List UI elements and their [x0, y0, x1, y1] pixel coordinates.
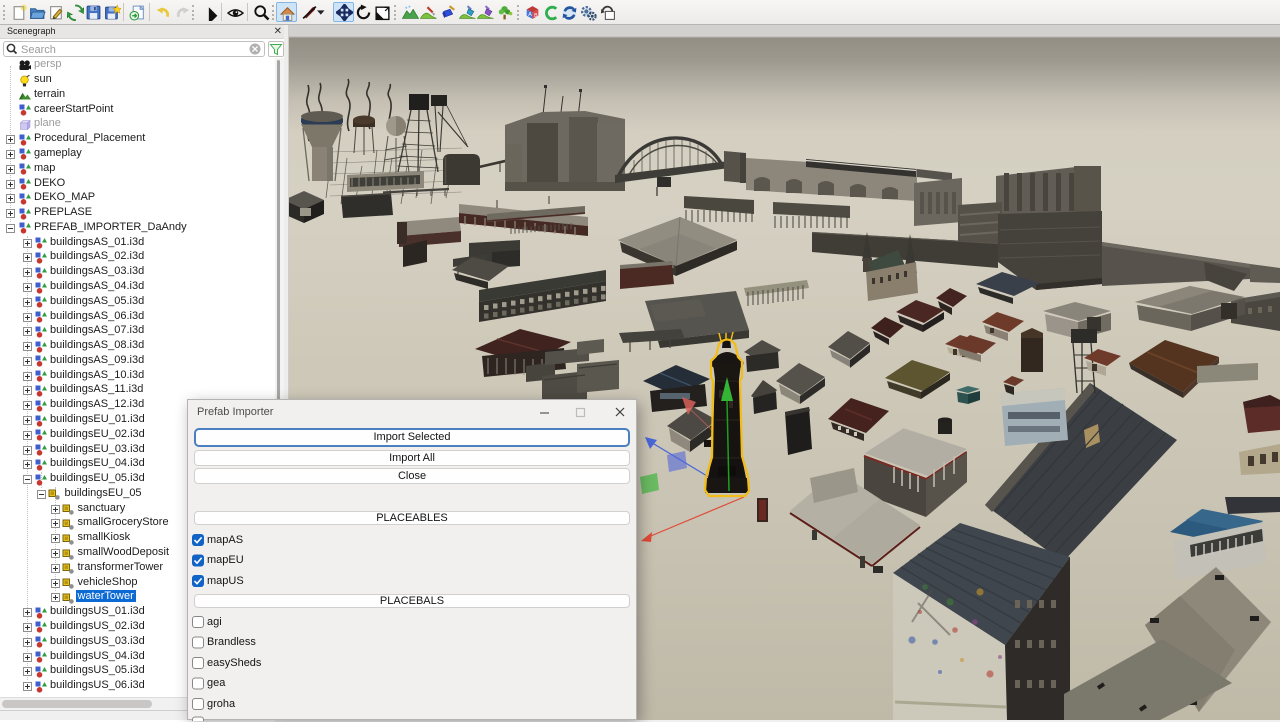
- svg-text:Search: Search: [21, 44, 56, 56]
- svg-text:A: A: [528, 12, 532, 18]
- svg-text:B: B: [534, 13, 538, 19]
